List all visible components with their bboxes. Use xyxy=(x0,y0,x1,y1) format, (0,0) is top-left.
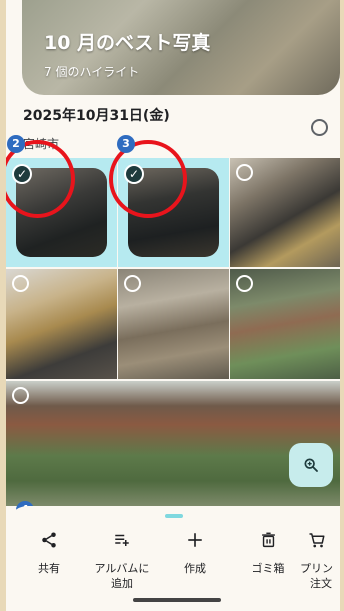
select-circle[interactable] xyxy=(12,275,29,292)
trash-icon xyxy=(261,532,275,548)
trash-button[interactable]: ゴミ箱 xyxy=(233,528,303,576)
print-order-button[interactable]: プリン 注文 xyxy=(296,528,340,591)
select-circle[interactable] xyxy=(12,387,29,404)
highlight-card[interactable]: 10 月のベスト写真 7 個のハイライト xyxy=(22,0,340,95)
highlight-title: 10 月のベスト写真 xyxy=(44,32,211,54)
add-to-album-button[interactable]: アルバムに 追加 xyxy=(87,528,157,591)
create-label: 作成 xyxy=(184,562,206,575)
step-badge: 2 xyxy=(7,135,25,153)
print-order-label-line1: プリン xyxy=(300,562,333,575)
photo-tile-6[interactable] xyxy=(230,269,340,379)
zoom-in-icon xyxy=(304,458,318,472)
photo-tile-4[interactable] xyxy=(6,269,117,379)
photo-tile-5[interactable] xyxy=(118,269,229,379)
add-to-album-label-line2: 追加 xyxy=(111,577,133,590)
share-icon xyxy=(42,532,56,548)
photos-app-screen: 10 月のベスト写真 7 個のハイライト 2025年10月31日(金) 宮崎市 … xyxy=(6,0,340,611)
create-button[interactable]: 作成 xyxy=(160,528,230,576)
add-to-album-icon xyxy=(115,534,129,546)
photo-image xyxy=(6,381,340,506)
add-to-album-label-line1: アルバムに xyxy=(94,562,150,575)
zoom-button[interactable] xyxy=(289,443,333,487)
photo-tile-7[interactable] xyxy=(6,381,340,506)
print-order-label: プリン 注文 xyxy=(296,561,340,591)
selected-check-icon[interactable]: ✓ xyxy=(124,164,144,184)
highlight-subtitle: 7 個のハイライト xyxy=(44,65,140,79)
home-indicator[interactable] xyxy=(133,598,221,602)
share-label: 共有 xyxy=(38,562,60,575)
cart-icon xyxy=(309,533,325,548)
select-circle[interactable] xyxy=(236,164,253,181)
drag-handle[interactable] xyxy=(165,514,183,518)
add-to-album-label: アルバムに 追加 xyxy=(87,561,157,591)
selected-check-icon[interactable]: ✓ xyxy=(12,164,32,184)
select-all-circle[interactable] xyxy=(311,119,328,136)
action-bar: 共有 アルバムに 追加 作成 ゴミ箱 プリン 注文 xyxy=(6,506,340,611)
photo-tile-3[interactable] xyxy=(230,158,340,267)
share-button[interactable]: 共有 xyxy=(14,528,84,576)
trash-label: ゴミ箱 xyxy=(251,562,285,575)
print-order-label-line2: 注文 xyxy=(310,577,332,590)
select-circle[interactable] xyxy=(124,275,141,292)
select-circle[interactable] xyxy=(236,275,253,292)
plus-icon xyxy=(188,533,202,547)
date-header: 2025年10月31日(金) xyxy=(23,108,170,124)
step-badge: 3 xyxy=(117,135,135,153)
